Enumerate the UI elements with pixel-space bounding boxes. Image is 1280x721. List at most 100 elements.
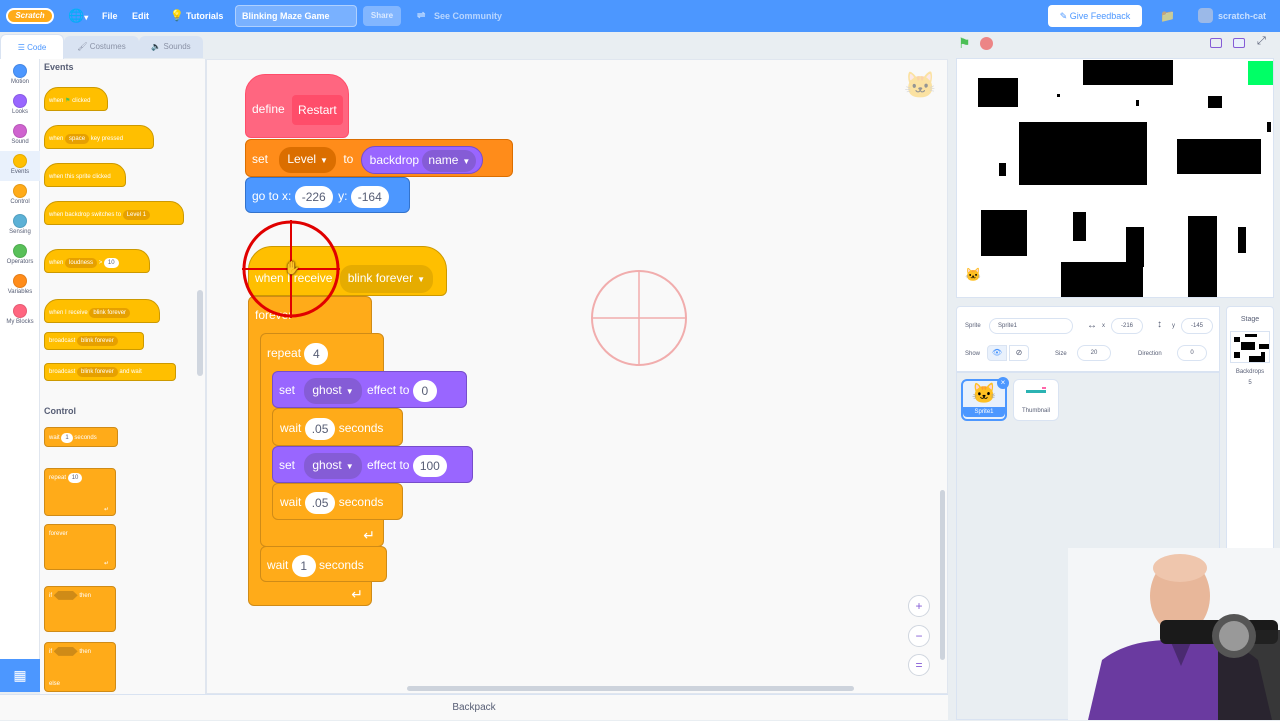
loudness-input[interactable]: 10 — [103, 258, 119, 268]
wait-input[interactable]: .05 — [304, 491, 336, 514]
wait-input[interactable]: 1 — [291, 554, 316, 577]
category-variables[interactable]: Variables — [0, 271, 40, 301]
set-variable-block[interactable]: set Level ▼ to backdrop name ▼ — [245, 139, 513, 177]
size-input[interactable]: 20 — [1077, 345, 1111, 361]
broadcast-and-wait-block[interactable]: broadcast blink forever and wait — [44, 363, 176, 381]
globe-icon[interactable]: 🌐▾ — [68, 0, 88, 32]
maze-wall — [1188, 216, 1217, 297]
tab-costumes[interactable]: 🖌 Costumes — [64, 36, 139, 58]
category-events[interactable]: Events — [0, 151, 40, 181]
effect-value-input[interactable]: 0 — [412, 379, 437, 402]
y-input[interactable]: -164 — [350, 185, 389, 208]
when-i-receive-block[interactable]: when I receive blink forever — [44, 299, 160, 323]
repeat-input[interactable]: 10 — [67, 473, 83, 483]
zoom-reset-button[interactable]: = — [908, 654, 930, 676]
tab-sounds[interactable]: 🔈 Sounds — [139, 36, 203, 58]
category-sensing[interactable]: Sensing — [0, 211, 40, 241]
category-control[interactable]: Control — [0, 181, 40, 211]
when-sprite-clicked-block[interactable]: when this sprite clicked — [44, 163, 126, 187]
wait-input[interactable]: 1 — [61, 433, 73, 443]
scratch-logo[interactable]: Scratch — [6, 8, 54, 24]
zoom-out-button[interactable]: − — [908, 625, 930, 647]
operators-dot — [13, 244, 27, 258]
green-flag-icon[interactable]: ⚑ — [958, 35, 974, 51]
category-my-blocks[interactable]: My Blocks — [0, 301, 40, 331]
category-motion[interactable]: Motion — [0, 61, 40, 91]
if-then-block[interactable]: if then — [44, 586, 116, 632]
wait-input[interactable]: .05 — [304, 417, 336, 440]
if-else-block[interactable]: if then else — [44, 642, 116, 692]
effect-dropdown[interactable]: ghost ▼ — [304, 452, 362, 479]
give-feedback-button[interactable]: ✎ Give Feedback — [1048, 5, 1142, 27]
wait-block[interactable]: wait 1 seconds — [260, 546, 387, 582]
workspace-vertical-scrollbar[interactable] — [940, 490, 945, 660]
see-community-button[interactable]: See Community — [434, 0, 502, 32]
key-dropdown[interactable]: space — [65, 134, 90, 144]
condition-slot[interactable] — [53, 590, 78, 600]
folder-icon[interactable]: 📁 — [1160, 0, 1175, 32]
add-extension-button[interactable]: ▦ — [0, 659, 40, 692]
show-visible-eye-icon[interactable]: 👁 — [987, 345, 1007, 361]
message-dropdown[interactable]: blink forever ▼ — [339, 264, 434, 293]
avatar[interactable] — [1198, 8, 1213, 23]
variable-dropdown[interactable]: Level ▼ — [279, 146, 336, 173]
share-button[interactable]: Share — [363, 6, 401, 26]
x-position-input[interactable]: -216 — [1111, 318, 1143, 334]
fullscreen-icon[interactable]: ⤢ — [1257, 35, 1266, 48]
normal-stage-icon[interactable] — [1233, 38, 1245, 48]
tab-code[interactable]: ☰ Code — [0, 34, 64, 60]
message-dropdown[interactable]: blink forever — [77, 367, 118, 377]
when-loudness-block[interactable]: when loudness > 10 — [44, 249, 150, 273]
loudness-dropdown[interactable]: loudness — [65, 258, 98, 268]
repeat-block[interactable]: repeat 10 ↵ — [44, 468, 116, 516]
set-effect-block[interactable]: set ghost ▼ effect to 0 — [272, 371, 467, 408]
wait-block[interactable]: wait .05 seconds — [272, 483, 403, 520]
backpack[interactable]: Backpack — [0, 694, 948, 720]
sprite-thumbnail-sprite1[interactable]: 🐱 Sprite1 × — [961, 377, 1009, 421]
message-dropdown[interactable]: blink forever — [89, 308, 131, 318]
category-sound[interactable]: Sound — [0, 121, 40, 151]
broadcast-block[interactable]: broadcast blink forever — [44, 332, 144, 350]
palette-scrollbar[interactable] — [197, 290, 203, 376]
effect-value-input[interactable]: 100 — [412, 454, 447, 477]
tutorials-menu[interactable]: Tutorials — [186, 0, 223, 32]
username-menu[interactable]: scratch-cat — [1218, 0, 1266, 32]
sprite-name-input[interactable]: Sprite1 — [989, 318, 1073, 334]
stage-canvas[interactable]: 🐱 — [956, 58, 1274, 298]
when-flag-clicked-block[interactable]: when ⚑ clicked — [44, 87, 108, 111]
go-to-xy-block[interactable]: go to x: -226 y: -164 — [245, 177, 410, 213]
stop-icon[interactable] — [980, 37, 993, 50]
set-effect-block[interactable]: set ghost ▼ effect to 100 — [272, 446, 473, 483]
when-key-pressed-block[interactable]: when space key pressed — [44, 125, 154, 149]
control-header: Control — [44, 406, 76, 416]
backdrop-reporter[interactable]: backdrop name ▼ — [360, 145, 484, 174]
sprite-thumbnail-thumbnail[interactable]: Thumbnail — [1013, 379, 1059, 421]
hide-eye-slash-icon[interactable]: ⊘ — [1009, 345, 1029, 361]
workspace-horizontal-scrollbar[interactable] — [407, 686, 854, 691]
block-text: y: — [338, 189, 348, 203]
effect-dropdown[interactable]: ghost ▼ — [304, 377, 362, 404]
file-menu[interactable]: File — [102, 0, 118, 32]
define-restart-block[interactable]: define Restart — [245, 74, 349, 138]
x-input[interactable]: -226 — [294, 185, 333, 208]
direction-input[interactable]: 0 — [1177, 345, 1207, 361]
edit-menu[interactable]: Edit — [132, 0, 149, 32]
forever-block[interactable]: forever ↵ — [44, 524, 116, 570]
small-stage-icon[interactable] — [1210, 38, 1222, 48]
backdrop-dropdown[interactable]: Level 1 — [122, 210, 151, 220]
block-text: set — [279, 458, 296, 472]
category-looks[interactable]: Looks — [0, 91, 40, 121]
project-title-input[interactable]: Blinking Maze Game — [235, 5, 357, 27]
message-dropdown[interactable]: blink forever — [77, 336, 118, 346]
category-operators[interactable]: Operators — [0, 241, 40, 271]
zoom-in-button[interactable]: + — [908, 595, 930, 617]
wait-block[interactable]: wait .05 seconds — [272, 408, 403, 446]
sprite-cat-icon[interactable]: 🐱 — [965, 267, 981, 283]
backdrop-dropdown[interactable]: name ▼ — [422, 149, 477, 172]
condition-slot[interactable] — [53, 646, 78, 656]
y-position-input[interactable]: -145 — [1181, 318, 1213, 334]
when-backdrop-switches-block[interactable]: when backdrop switches to Level 1 — [44, 201, 184, 225]
repeat-input[interactable]: 4 — [304, 342, 329, 365]
delete-sprite-icon[interactable]: × — [997, 377, 1009, 389]
wait-block[interactable]: wait 1 seconds — [44, 427, 118, 447]
